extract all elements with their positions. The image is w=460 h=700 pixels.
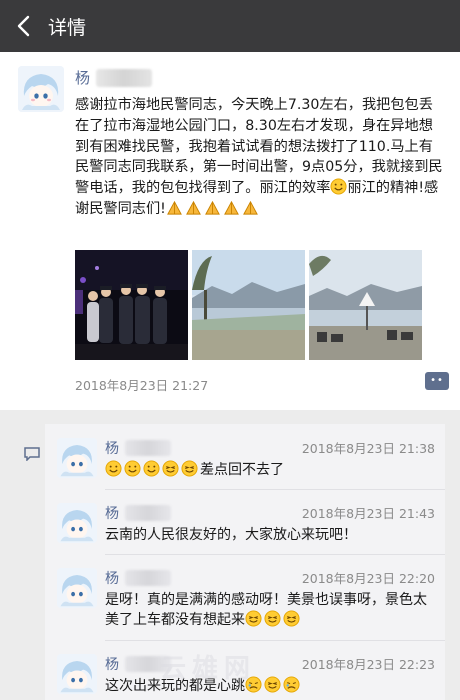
- comment-text: 差点回不去了: [105, 460, 435, 480]
- name-redaction: [125, 505, 171, 521]
- pray-emoji-icon: [242, 200, 258, 215]
- avatar[interactable]: [57, 503, 97, 543]
- emoji-row: [105, 460, 198, 477]
- site-watermark: 云雄网: [160, 654, 257, 684]
- comment-toggle-button[interactable]: ••: [425, 372, 449, 390]
- pray-emoji-icon: [223, 200, 239, 215]
- emoji-row: [245, 610, 300, 627]
- comment-author-name[interactable]: 杨: [105, 654, 119, 674]
- pray-emoji-icon: [185, 200, 201, 215]
- smile-emoji-icon: [143, 460, 160, 477]
- moment-post: 杨 感谢拉市海地民警同志，今天晚上7.30左右，我把包包丢在了拉市海湿地公园门口…: [0, 52, 460, 410]
- squint-emoji-icon: [181, 460, 198, 477]
- comment-item: 杨 2018年8月23日 21:43 云南的人民很友好的，大家放心来玩吧！: [45, 489, 445, 555]
- avatar[interactable]: [57, 654, 97, 694]
- more-dots-icon: ••: [430, 375, 444, 386]
- name-redaction: [125, 570, 171, 586]
- police-officers-night-photo[interactable]: [75, 250, 188, 360]
- comment-author-name[interactable]: 杨: [105, 438, 119, 458]
- smile-emoji-icon: [124, 460, 141, 477]
- post-author-name[interactable]: 杨: [75, 67, 90, 88]
- pray-emoji-icon: [204, 200, 220, 215]
- comment-timestamp: 2018年8月23日 21:43: [301, 506, 435, 521]
- squint-emoji-icon: [264, 676, 281, 693]
- avatar[interactable]: [57, 568, 97, 608]
- name-redaction: [125, 440, 171, 456]
- comment-text: 云南的人民很友好的，大家放心来玩吧！: [105, 527, 357, 543]
- squint-emoji-icon: [283, 610, 300, 627]
- back-button[interactable]: [0, 0, 46, 52]
- page-title: 详情: [48, 16, 87, 39]
- comment-text-body: 差点回不去了: [200, 462, 284, 478]
- comment-text: 这次出来玩的都是心跳: [105, 676, 435, 696]
- comment-author-name[interactable]: 杨: [105, 568, 119, 588]
- pray-emoji-icon: [166, 200, 182, 215]
- avatar[interactable]: [57, 438, 97, 478]
- comment-timestamp: 2018年8月23日 22:23: [301, 657, 435, 672]
- post-text: 感谢拉市海地民警同志，今天晚上7.30左右，我把包包丢在了拉市海湿地公园门口，8…: [75, 95, 443, 220]
- smile-emoji-icon: [330, 178, 347, 195]
- comment-timestamp: 2018年8月23日 21:38: [301, 441, 435, 456]
- comment-item: 杨 2018年8月23日 22:20 是呀！真的是满满的感动呀！美景也误事呀，景…: [45, 554, 445, 628]
- comment-bubble-icon: [24, 446, 40, 465]
- squint-emoji-icon: [245, 610, 262, 627]
- smile-emoji-icon: [105, 460, 122, 477]
- lake-landscape-photo[interactable]: [192, 250, 305, 360]
- pray-emoji-row: [166, 199, 259, 216]
- top-bar: 详情: [0, 0, 460, 52]
- comment-author-name[interactable]: 杨: [105, 503, 119, 523]
- name-redaction: [96, 68, 153, 87]
- avatar[interactable]: [18, 66, 64, 112]
- comment-text: 是呀！真的是满满的感动呀！美景也误事呀，景色太美了上车都没有想起来: [105, 590, 435, 630]
- lakeside-terrace-photo[interactable]: [309, 250, 422, 360]
- post-timestamp: 2018年8月23日 21:27: [75, 378, 209, 393]
- squint-emoji-icon: [162, 460, 179, 477]
- comment-timestamp: 2018年8月23日 22:20: [301, 571, 435, 586]
- squint-emoji-icon: [264, 610, 281, 627]
- chevron-left-icon: [17, 15, 30, 37]
- crying-emoji-icon: [283, 676, 300, 693]
- comment-item: 杨 2018年8月23日 21:38 差点回不去了: [45, 424, 445, 490]
